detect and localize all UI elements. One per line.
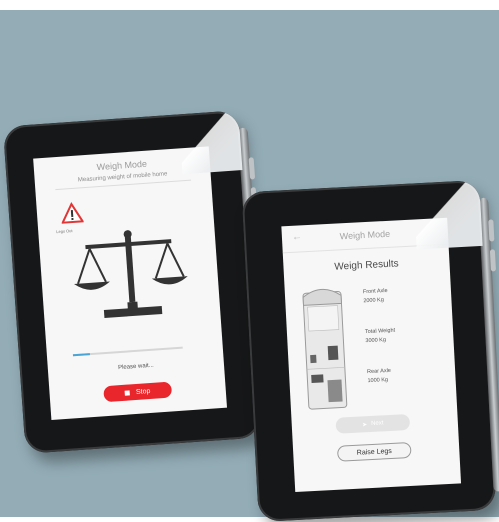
tablet-side-rim bbox=[478, 197, 499, 492]
raise-legs-label: Raise Legs bbox=[356, 447, 392, 457]
stop-button-label: Stop bbox=[135, 387, 151, 396]
tablet-weigh-results: ← Weigh Mode Weigh Results Front Axle 20… bbox=[241, 179, 499, 522]
stop-button[interactable]: Stop bbox=[103, 381, 173, 403]
next-arrow-icon: ➤ bbox=[362, 421, 368, 428]
weigh-mode-screen: Weigh Mode Measuring weight of mobile ho… bbox=[33, 146, 227, 420]
total-weight-reading: Total Weight 3000 Kg bbox=[365, 327, 396, 347]
hardware-button bbox=[489, 249, 496, 272]
mobile-home-image bbox=[302, 288, 348, 410]
hardware-button bbox=[488, 219, 495, 242]
next-button-label: Next bbox=[371, 420, 384, 427]
rear-axle-value: 1000 Kg bbox=[367, 377, 389, 385]
warning-triangle-icon bbox=[61, 201, 84, 224]
screen-header: ← Weigh Mode bbox=[281, 217, 449, 254]
front-axle-value: 2000 Kg bbox=[363, 297, 385, 305]
status-text: Please wait... bbox=[117, 362, 154, 372]
scene-background: Weigh Mode Measuring weight of mobile ho… bbox=[0, 10, 499, 522]
progress-fill bbox=[72, 353, 90, 357]
progress-bar bbox=[72, 346, 183, 357]
weigh-results-screen: ← Weigh Mode Weigh Results Front Axle 20… bbox=[281, 217, 462, 493]
raise-legs-button[interactable]: Raise Legs bbox=[336, 441, 412, 462]
next-button[interactable]: ➤ Next bbox=[335, 413, 411, 434]
rear-axle-reading: Rear Axle 1000 Kg bbox=[367, 367, 392, 386]
total-weight-value: 3000 Kg bbox=[365, 337, 387, 345]
hardware-button bbox=[248, 157, 256, 180]
screen-title: Weigh Mode bbox=[339, 228, 391, 242]
stop-icon bbox=[124, 389, 131, 396]
balance-scale-icon bbox=[74, 230, 188, 319]
tablet-weigh-mode: Weigh Mode Measuring weight of mobile ho… bbox=[2, 110, 268, 454]
front-axle-reading: Front Axle 2000 Kg bbox=[363, 287, 389, 306]
results-heading: Weigh Results bbox=[334, 258, 399, 273]
